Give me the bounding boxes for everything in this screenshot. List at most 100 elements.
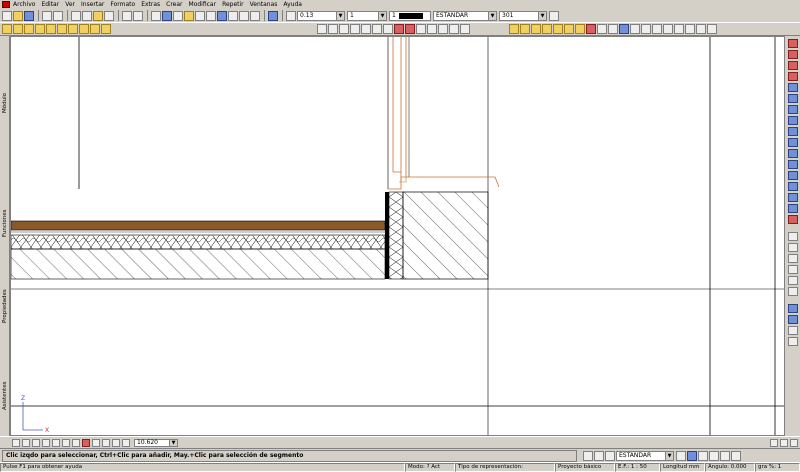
draw-tool-icon-3[interactable]: [787, 61, 798, 70]
design-tool-icon-12[interactable]: [630, 24, 640, 34]
menu-insertar[interactable]: Insertar: [81, 0, 104, 9]
menu-repetir[interactable]: Repetir: [222, 0, 244, 9]
drawing-canvas[interactable]: Z X: [10, 36, 785, 436]
arch-tool-icon-8[interactable]: [394, 24, 404, 34]
design-tool-icon-17[interactable]: [685, 24, 695, 34]
draw-tool-icon-1[interactable]: [787, 39, 798, 48]
module-icon-2[interactable]: [13, 24, 23, 34]
tab-asistentes[interactable]: Asistentes: [0, 361, 10, 431]
menu-formato[interactable]: Formato: [110, 0, 135, 9]
chevron-down-icon[interactable]: ▼: [336, 11, 344, 20]
arch-tool-icon-13[interactable]: [449, 24, 459, 34]
draw-tool-icon-15[interactable]: [787, 193, 798, 202]
design-tool-icon-10[interactable]: [608, 24, 618, 34]
zoom-previous-icon[interactable]: [122, 438, 130, 447]
design-tool-icon-11[interactable]: [619, 24, 629, 34]
zoom-in-icon[interactable]: [12, 438, 20, 447]
arch-tool-icon-7[interactable]: [383, 24, 393, 34]
print-icon[interactable]: [42, 10, 52, 21]
properties-icon[interactable]: [549, 10, 559, 21]
edit-tool-icon-9[interactable]: [787, 326, 798, 335]
layer-style-select[interactable]: ESTANDAR ▼: [433, 10, 497, 21]
zoom-window-icon[interactable]: [32, 438, 40, 447]
draw-tool-icon-9[interactable]: [787, 127, 798, 136]
edit-tool-icon-6[interactable]: [787, 287, 798, 296]
pan-right-icon[interactable]: [62, 438, 70, 447]
arch-tool-icon-14[interactable]: [460, 24, 470, 34]
design-tool-icon-15[interactable]: [663, 24, 673, 34]
draw-tool-icon-11[interactable]: [787, 149, 798, 158]
cmd-icon-5[interactable]: [687, 450, 697, 461]
pan-icon[interactable]: [250, 10, 260, 21]
arch-tool-icon-10[interactable]: [416, 24, 426, 34]
window-tile-icon[interactable]: [217, 10, 227, 21]
chevron-down-icon[interactable]: ▼: [169, 439, 177, 446]
zoom-window-icon[interactable]: [239, 10, 249, 21]
arch-tool-icon-4[interactable]: [350, 24, 360, 34]
window-icon[interactable]: [206, 10, 216, 21]
view-icon[interactable]: [92, 438, 100, 447]
module-icon-10[interactable]: [101, 24, 111, 34]
draw-tool-icon-7[interactable]: [787, 105, 798, 114]
design-tool-icon-14[interactable]: [652, 24, 662, 34]
format-icon[interactable]: [268, 10, 278, 21]
design-tool-icon-8[interactable]: [586, 24, 596, 34]
design-tool-icon-13[interactable]: [641, 24, 651, 34]
undo-icon[interactable]: [122, 10, 132, 21]
design-tool-icon-9[interactable]: [597, 24, 607, 34]
module-icon-7[interactable]: [68, 24, 78, 34]
rotate-icon[interactable]: [112, 438, 120, 447]
pen-icon[interactable]: [286, 10, 296, 21]
zoom-value-field[interactable]: 10.620 ▼: [134, 438, 178, 447]
arch-tool-icon-1[interactable]: [317, 24, 327, 34]
arch-tool-icon-12[interactable]: [438, 24, 448, 34]
menu-crear[interactable]: Crear: [166, 0, 182, 9]
module-icon-5[interactable]: [46, 24, 56, 34]
design-tool-icon-3[interactable]: [531, 24, 541, 34]
design-tool-icon-4[interactable]: [542, 24, 552, 34]
cmd-icon-4[interactable]: [676, 450, 686, 461]
design-tool-icon-19[interactable]: [707, 24, 717, 34]
refresh-icon[interactable]: [228, 10, 238, 21]
menu-extras[interactable]: Extras: [141, 0, 160, 9]
pan-left-icon[interactable]: [52, 438, 60, 447]
status-scale[interactable]: E.F.: 1 : 50: [615, 463, 660, 472]
arch-tool-icon-9[interactable]: [405, 24, 415, 34]
pan-up-icon[interactable]: [72, 438, 80, 447]
draw-tool-icon-14[interactable]: [787, 182, 798, 191]
new-file-icon[interactable]: [2, 10, 12, 21]
cmd-icon-3[interactable]: [605, 450, 615, 461]
edit-tool-icon-1[interactable]: [787, 232, 798, 241]
tab-propiedades[interactable]: Propiedades: [0, 266, 10, 346]
save-icon[interactable]: [24, 10, 34, 21]
edit-tool-icon-2[interactable]: [787, 243, 798, 252]
cmd-icon-2[interactable]: [594, 450, 604, 461]
draw-tool-icon-4[interactable]: [787, 72, 798, 81]
snap-icon[interactable]: [151, 10, 161, 21]
draw-tool-icon-12[interactable]: [787, 160, 798, 169]
layer-icon[interactable]: [162, 10, 172, 21]
edit-tool-icon-4[interactable]: [787, 265, 798, 274]
line-width-select[interactable]: 0.13 ▼: [297, 10, 345, 21]
draw-tool-icon-16[interactable]: [787, 204, 798, 213]
draw-tool-icon-6[interactable]: [787, 94, 798, 103]
zoom-all-icon[interactable]: [42, 438, 50, 447]
cut-icon[interactable]: [71, 10, 81, 21]
camera-icon[interactable]: [102, 438, 110, 447]
paste-icon[interactable]: [93, 10, 103, 21]
hatch-select[interactable]: 301 ▼: [499, 10, 547, 21]
module-icon-3[interactable]: [24, 24, 34, 34]
window-cascade-icon[interactable]: [770, 438, 778, 447]
cmd-icon-1[interactable]: [583, 450, 593, 461]
arch-tool-icon-11[interactable]: [427, 24, 437, 34]
pen-number-select[interactable]: 1: [389, 10, 431, 21]
chevron-down-icon[interactable]: ▼: [488, 11, 496, 20]
print-preview-icon[interactable]: [53, 10, 63, 21]
design-tool-icon-2[interactable]: [520, 24, 530, 34]
window-tile-icon[interactable]: [780, 438, 788, 447]
redraw-icon[interactable]: [82, 438, 90, 447]
command-style-select[interactable]: ESTANDAR ▼: [616, 450, 674, 461]
arch-tool-icon-3[interactable]: [339, 24, 349, 34]
copy-icon[interactable]: [82, 10, 92, 21]
edit-tool-icon-7[interactable]: [787, 304, 798, 313]
